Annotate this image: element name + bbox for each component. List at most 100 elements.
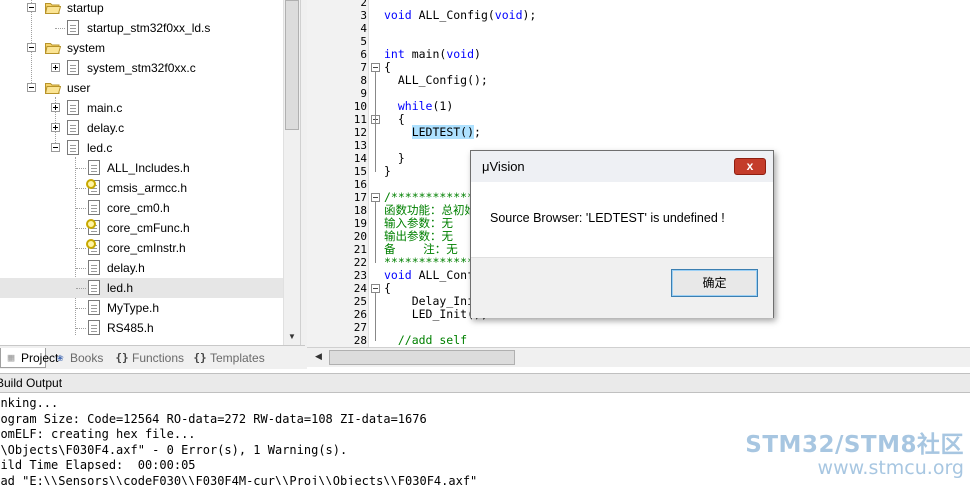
tree-guide-line [76, 228, 86, 230]
line-number: 16 [353, 178, 367, 191]
tree-item-core-cminstr-h[interactable]: core_cmInstr.h [0, 238, 283, 258]
tree-guide-line [76, 188, 86, 190]
scrollbar-thumb[interactable] [329, 350, 515, 365]
tree-item-label: delay.c [87, 121, 125, 135]
collapse-toggle-icon[interactable] [27, 3, 36, 12]
line-number: 2 [360, 0, 367, 9]
tree-guide-line [76, 268, 86, 270]
tree-guide-line [76, 288, 86, 290]
header-file-icon [88, 320, 100, 335]
templates-icon: {} [193, 351, 207, 364]
expand-toggle-icon[interactable] [51, 63, 60, 72]
fold-toggle-icon[interactable] [371, 63, 380, 72]
dialog-titlebar[interactable]: μVision x [471, 151, 773, 183]
project-icon: ▦ [7, 351, 15, 364]
line-number: 4 [360, 22, 367, 35]
code-line[interactable]: int main(void) [384, 48, 481, 61]
dialog-body: Source Browser: 'LEDTEST' is undefined ! [471, 182, 773, 257]
tree-item-core-cm0-h[interactable]: core_cm0.h [0, 198, 283, 218]
code-line[interactable]: //add self [384, 334, 467, 347]
dialog-message: Source Browser: 'LEDTEST' is undefined ! [490, 211, 725, 225]
header-file-key-icon [86, 219, 100, 235]
tab-books[interactable]: ❀ Books [50, 348, 108, 368]
line-number: 24 [353, 282, 367, 295]
dialog-title: μVision [482, 159, 525, 174]
build-output-header: Build Output [0, 373, 970, 393]
scroll-left-arrow-icon[interactable]: ◀ [315, 351, 322, 362]
line-number: 21 [353, 243, 367, 256]
tree-item-label: startup_stm32f0xx_ld.s [87, 21, 211, 35]
fold-toggle-icon[interactable] [371, 284, 380, 293]
expand-toggle-icon[interactable] [51, 103, 60, 112]
file-icon [67, 120, 79, 135]
close-icon[interactable]: x [734, 158, 766, 175]
tree-item-system[interactable]: system [0, 38, 283, 58]
tree-item-delay-c[interactable]: delay.c [0, 118, 283, 138]
tree-item-label: startup [67, 1, 104, 15]
line-number: 15 [353, 165, 367, 178]
tree-guide-line [76, 208, 86, 210]
scrollbar-thumb[interactable] [285, 0, 299, 130]
uvision-dialog: μVision x Source Browser: 'LEDTEST' is u… [470, 150, 774, 318]
tree-guide-line [76, 308, 86, 310]
tree-item-all-includes-h[interactable]: ALL_Includes.h [0, 158, 283, 178]
editor-horizontal-scrollbar[interactable]: ◀ [307, 347, 970, 367]
tab-label: Books [70, 351, 104, 365]
collapse-toggle-icon[interactable] [51, 143, 60, 152]
line-number: 12 [353, 126, 367, 139]
line-number: 7 [360, 61, 367, 74]
line-number: 23 [353, 269, 367, 282]
fold-toggle-icon[interactable] [371, 193, 380, 202]
tab-label: Templates [210, 351, 265, 365]
tree-item-label: led.c [87, 141, 113, 155]
tab-functions[interactable]: {} Functions [112, 348, 188, 368]
tree-item-delay-h[interactable]: delay.h [0, 258, 283, 278]
tree-item-rs485-h[interactable]: RS485.h [0, 318, 283, 338]
tree-item-label: system_stm32f0xx.c [87, 61, 196, 75]
line-number: 25 [353, 295, 367, 308]
line-number: 27 [353, 321, 367, 334]
tree-item-led-h[interactable]: led.h [0, 278, 283, 298]
file-icon [67, 20, 79, 35]
tree-item-mytype-h[interactable]: MyType.h [0, 298, 283, 318]
panel-splitter[interactable] [300, 0, 307, 369]
books-icon: ❀ [56, 351, 64, 364]
collapse-toggle-icon[interactable] [27, 83, 36, 92]
code-line[interactable]: void ALL_Config(void); [384, 9, 536, 22]
tree-item-main-c[interactable]: main.c [0, 98, 283, 118]
scroll-down-arrow-icon[interactable]: ▼ [285, 330, 299, 344]
ok-button[interactable]: 确定 [671, 269, 758, 297]
line-number: 26 [353, 308, 367, 321]
fold-guide-line [375, 293, 376, 341]
tree-item-label: user [67, 81, 91, 95]
header-file-icon [88, 280, 100, 295]
tree-item-startup-file[interactable]: startup_stm32f0xx_ld.s [0, 18, 283, 38]
code-line[interactable]: LEDTEST(); [384, 125, 481, 139]
project-tabs: ▦ Project ❀ Books {} Functions {} Templa… [0, 345, 305, 369]
line-number: 5 [360, 35, 367, 48]
tree-item-label: RS485.h [107, 321, 154, 335]
tree-item-cmsis-armcc-h[interactable]: cmsis_armcc.h [0, 178, 283, 198]
tree-item-startup[interactable]: startup [0, 0, 283, 18]
code-line[interactable]: } [384, 165, 391, 178]
tree-item-label: MyType.h [107, 301, 160, 315]
tree-guide-line [76, 168, 86, 170]
tree-vertical-scrollbar[interactable]: ▼ [283, 0, 300, 345]
tree-item-user[interactable]: user [0, 78, 283, 98]
tree-item-system-file[interactable]: system_stm32f0xx.c [0, 58, 283, 78]
header-file-key-icon [86, 239, 100, 255]
collapse-toggle-icon[interactable] [27, 43, 36, 52]
expand-toggle-icon[interactable] [51, 123, 60, 132]
tree-item-label: core_cm0.h [107, 201, 170, 215]
line-number: 18 [353, 204, 367, 217]
tree-item-core-cmfunc-h[interactable]: core_cmFunc.h [0, 218, 283, 238]
tree-item-label: main.c [87, 101, 123, 115]
line-number: 6 [360, 48, 367, 61]
tab-templates[interactable]: {} Templates [190, 348, 272, 368]
code-line[interactable]: ALL_Config(); [384, 74, 488, 87]
build-output-title: Build Output [0, 376, 63, 390]
line-number: 14 [353, 152, 367, 165]
header-file-icon [88, 260, 100, 275]
tree-item-led-c[interactable]: led.c [0, 138, 283, 158]
tab-project[interactable]: ▦ Project [0, 348, 58, 368]
